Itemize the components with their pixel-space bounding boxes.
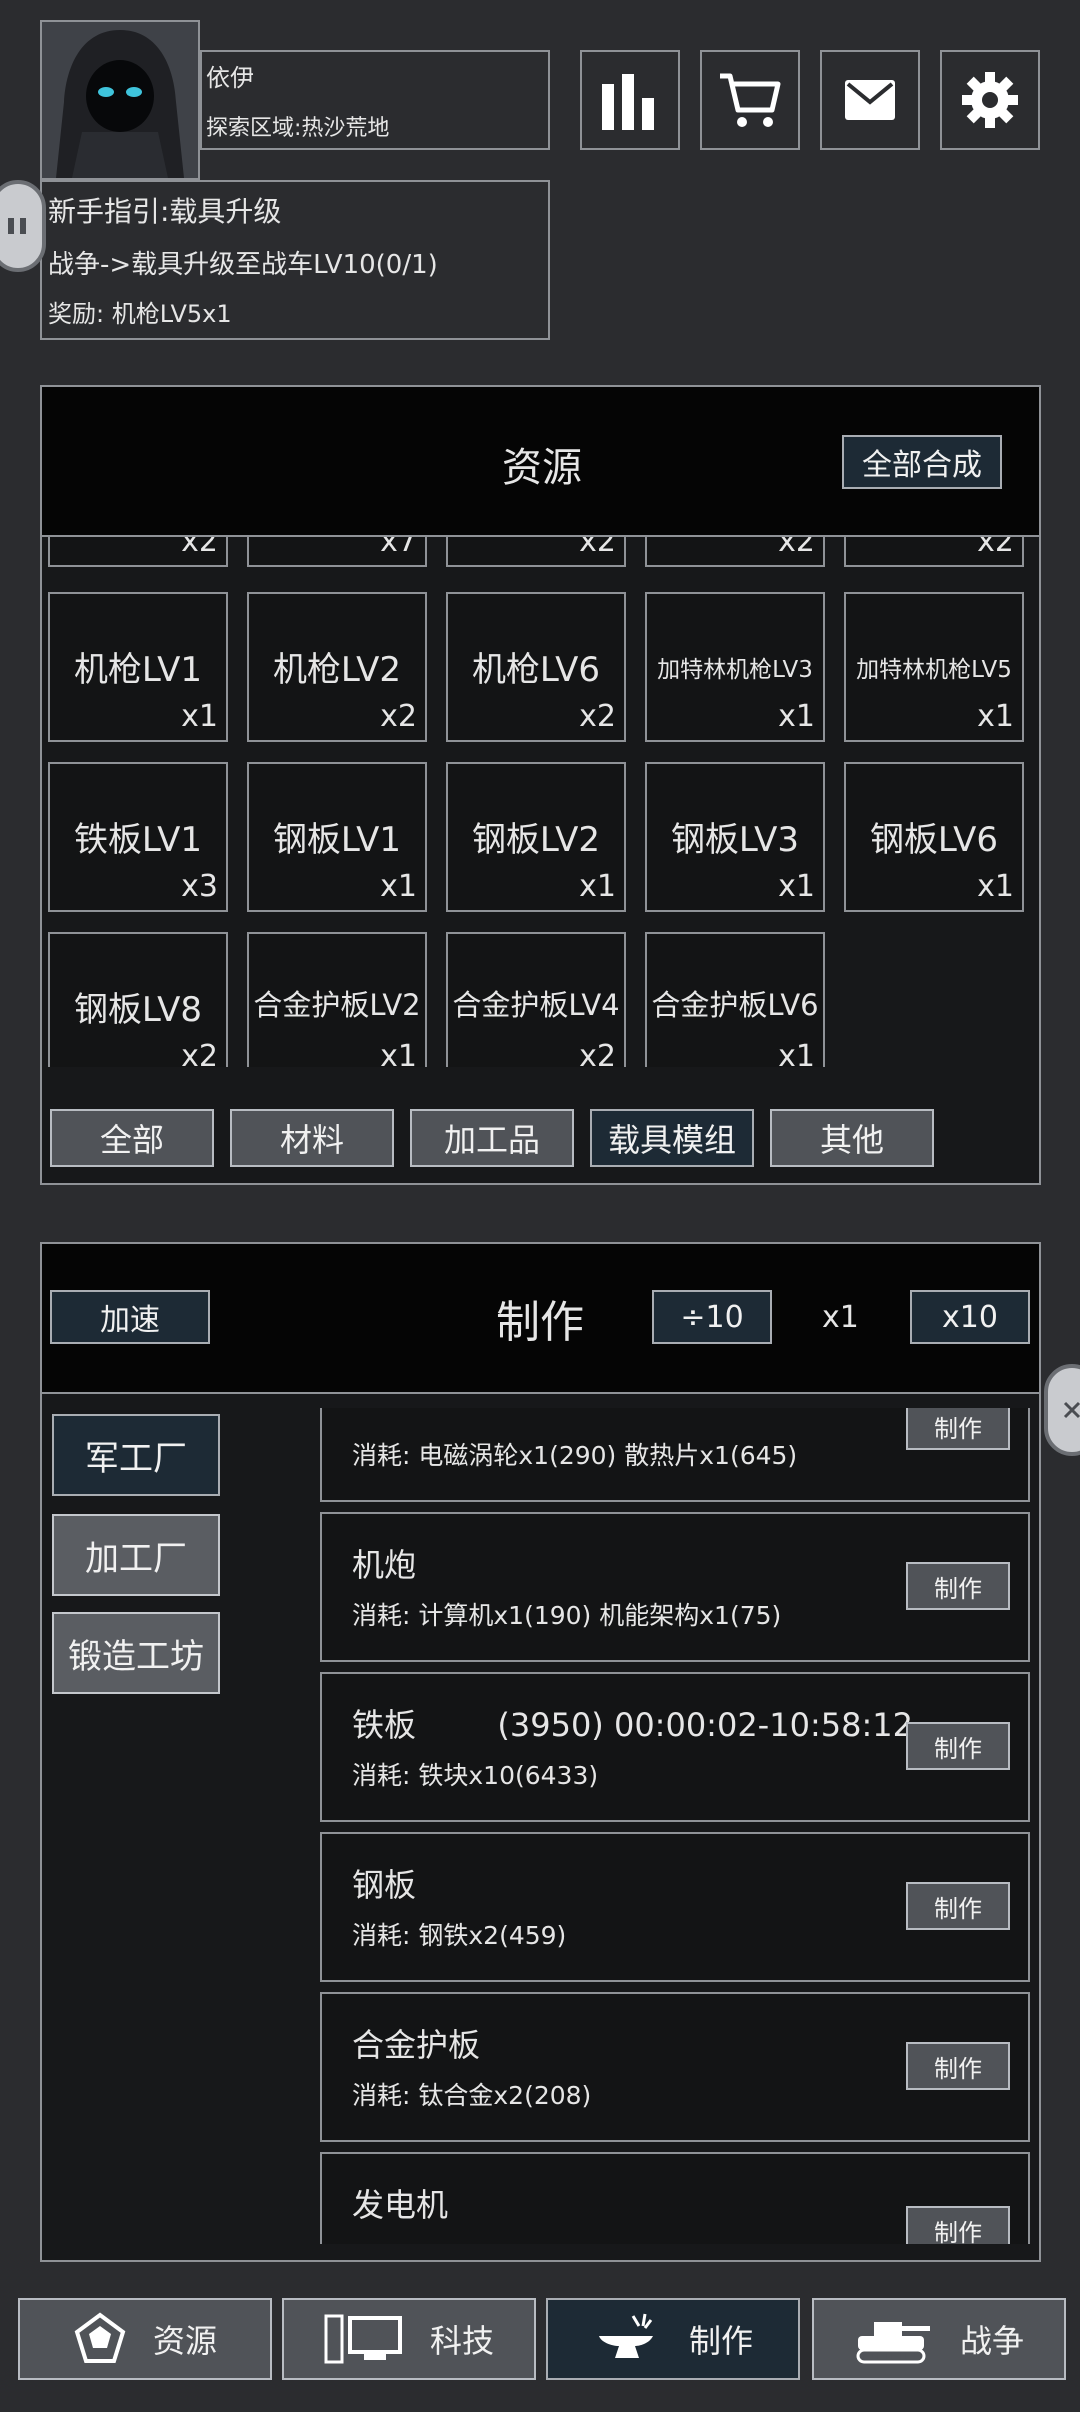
resource-cell[interactable]: 钢板LV1 x1: [247, 762, 427, 912]
craft-panel: 加速 制作 ÷10 x1 x10 军工厂 加工厂 锻造工坊 消耗: 电磁涡轮x1…: [40, 1242, 1041, 2262]
recipe-list: 消耗: 电磁涡轮x1(290) 散热片x1(645) 制作 机炮 消耗: 计算机…: [42, 1408, 1042, 2244]
resource-cell[interactable]: 加特林机枪LV3 x1: [645, 592, 825, 742]
recipe-item: 发电机 制作: [320, 2152, 1030, 2244]
resource-grid: x2 x7 x2 x2 x2 机枪LV1 x1 机枪LV2 x2 机枪LV6 x2 加…: [48, 537, 1035, 1067]
nav-tech[interactable]: 科技: [282, 2298, 536, 2380]
recipe-item: 消耗: 电磁涡轮x1(290) 散热片x1(645) 制作: [320, 1408, 1030, 1502]
anvil-icon: [598, 2313, 653, 2358]
nav-craft[interactable]: 制作: [546, 2298, 800, 2380]
resource-cell[interactable]: 铁板LV1 x3: [48, 762, 228, 912]
resource-cell[interactable]: x2: [844, 537, 1024, 567]
close-icon: [1063, 1401, 1080, 1419]
explore-zone: 探索区域:热沙荒地: [206, 116, 390, 141]
floating-side-button[interactable]: [1044, 1364, 1080, 1456]
tab-all[interactable]: 全部: [50, 1109, 214, 1167]
make-button[interactable]: 制作: [906, 2042, 1010, 2090]
computer-icon: [324, 2314, 402, 2364]
tab-other[interactable]: 其他: [770, 1109, 934, 1167]
avatar[interactable]: [40, 20, 200, 180]
recipe-item: 铁板 (3950) 00:00:02-10:58:12 消耗: 铁块x10(64…: [320, 1672, 1030, 1822]
player-info: 依伊 探索区域:热沙荒地: [200, 50, 550, 150]
guide-reward: 奖励: 机枪LV5x1: [48, 300, 232, 328]
bar-chart-icon: [602, 74, 654, 130]
resource-cell[interactable]: 机枪LV6 x2: [446, 592, 626, 742]
newbie-guide[interactable]: 新手指引:载具升级 战争->载具升级至战车LV10(0/1) 奖励: 机枪LV5…: [40, 180, 550, 340]
pause-icon: [8, 218, 26, 234]
stats-button[interactable]: [580, 50, 680, 150]
times-ten-button[interactable]: x10: [910, 1290, 1030, 1344]
craft-title: 制作: [496, 1297, 584, 1348]
floating-assist-button[interactable]: [0, 180, 46, 272]
make-button[interactable]: 制作: [906, 1722, 1010, 1770]
resource-cell[interactable]: 合金护板LV6 x1: [645, 932, 825, 1067]
settings-button[interactable]: [940, 50, 1040, 150]
tab-vehicle-modules[interactable]: 载具模组: [590, 1109, 754, 1167]
resource-cell[interactable]: x7: [247, 537, 427, 567]
resources-header: 资源 全部合成: [42, 387, 1039, 537]
nav-resources[interactable]: 资源: [18, 2298, 272, 2380]
cart-icon: [720, 73, 781, 127]
resource-cell[interactable]: 合金护板LV2 x1: [247, 932, 427, 1067]
gear-icon: [962, 72, 1018, 128]
resource-cell[interactable]: 合金护板LV4 x2: [446, 932, 626, 1067]
make-button[interactable]: 制作: [906, 2206, 1010, 2244]
resource-cell[interactable]: 钢板LV2 x1: [446, 762, 626, 912]
resource-cell[interactable]: x2: [48, 537, 228, 567]
resources-title: 资源: [502, 445, 582, 491]
tab-materials[interactable]: 材料: [230, 1109, 394, 1167]
nav-war[interactable]: 战争: [812, 2298, 1066, 2380]
recipe-item: 合金护板 消耗: 钛合金x2(208) 制作: [320, 1992, 1030, 2142]
recipe-item: 机炮 消耗: 计算机x1(190) 机能架构x1(75) 制作: [320, 1512, 1030, 1662]
resources-panel: 资源 全部合成 x2 x7 x2 x2 x2 机枪LV1 x1 机枪LV2 x2 机…: [40, 385, 1041, 1185]
tank-icon: [856, 2322, 930, 2364]
shop-button[interactable]: [700, 50, 800, 150]
resource-cell[interactable]: 机枪LV1 x1: [48, 592, 228, 742]
guide-task: 战争->载具升级至战车LV10(0/1): [48, 250, 438, 280]
speedup-button[interactable]: 加速: [50, 1290, 210, 1344]
resource-cell[interactable]: 机枪LV2 x2: [247, 592, 427, 742]
resource-cell[interactable]: x2: [446, 537, 626, 567]
recipe-item: 钢板 消耗: 钢铁x2(459) 制作: [320, 1832, 1030, 1982]
tab-processed[interactable]: 加工品: [410, 1109, 574, 1167]
resource-cell[interactable]: 钢板LV3 x1: [645, 762, 825, 912]
mail-icon: [845, 80, 895, 120]
divide-ten-button[interactable]: ÷10: [652, 1290, 772, 1344]
mail-button[interactable]: [820, 50, 920, 150]
dodecahedron-icon: [74, 2312, 126, 2363]
make-button[interactable]: 制作: [906, 1408, 1010, 1450]
resource-cell[interactable]: x2: [645, 537, 825, 567]
make-button[interactable]: 制作: [906, 1882, 1010, 1930]
resource-cell[interactable]: 钢板LV6 x1: [844, 762, 1024, 912]
hooded-figure-icon: [42, 22, 198, 178]
guide-title: 新手指引:载具升级: [48, 195, 282, 228]
merge-all-button[interactable]: 全部合成: [842, 435, 1002, 489]
make-button[interactable]: 制作: [906, 1562, 1010, 1610]
craft-multiplier: x1: [822, 1300, 859, 1335]
resource-cell[interactable]: 钢板LV8 x2: [48, 932, 228, 1067]
craft-header: 加速 制作 ÷10 x1 x10: [42, 1244, 1039, 1394]
resource-cell[interactable]: 加特林机枪LV5 x1: [844, 592, 1024, 742]
player-name: 依伊: [206, 64, 254, 92]
